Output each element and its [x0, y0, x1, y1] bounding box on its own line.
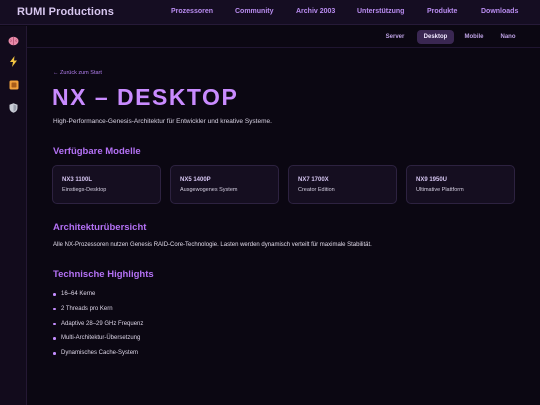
- model-card-nx7[interactable]: NX7 1700X Creator Edition: [288, 165, 397, 204]
- highlights-heading: Technische Highlights: [53, 269, 154, 280]
- model-card-nx3[interactable]: NX3 1100L Einstiegs-Desktop: [52, 165, 161, 204]
- nav-item-produkte[interactable]: Produkte: [427, 8, 457, 15]
- highlight-text: Adaptive 28–29 GHz Frequenz: [61, 320, 144, 327]
- list-item: Adaptive 28–29 GHz Frequenz: [53, 319, 143, 334]
- model-name: NX5 1400P: [180, 177, 211, 183]
- highlight-text: Multi-Architektur-Übersetzung: [61, 335, 141, 342]
- tab-desktop[interactable]: Desktop: [417, 30, 454, 44]
- bullet-icon: [53, 322, 56, 326]
- list-item: Multi-Architektur-Übersetzung: [53, 333, 143, 348]
- model-description: Einstiegs-Desktop: [62, 187, 107, 193]
- nav-item-unterstuetzung[interactable]: Unterstützung: [357, 8, 404, 15]
- model-card-nx9[interactable]: NX9 1950U Ultimative Plattform: [406, 165, 515, 204]
- tab-nano[interactable]: Nano: [494, 30, 522, 44]
- tab-server[interactable]: Server: [381, 30, 409, 44]
- model-description: Creator Edition: [298, 187, 335, 193]
- page-title: NX – DESKTOP: [52, 84, 239, 110]
- model-description: Ausgewogenes System: [180, 187, 238, 193]
- models-heading: Verfügbare Modelle: [53, 146, 141, 157]
- nav-item-community[interactable]: Community: [235, 8, 274, 15]
- highlight-text: 2 Threads pro Kern: [61, 305, 113, 312]
- highlight-text: 16–64 Kerne: [61, 291, 96, 297]
- brain-icon[interactable]: [7, 34, 20, 47]
- page-subtitle: High-Performance-Genesis-Architektur für…: [53, 118, 272, 125]
- model-name: NX9 1950U: [416, 177, 448, 183]
- back-link[interactable]: ← Zurück zum Start: [53, 70, 102, 76]
- model-description: Ultimative Plattform: [416, 187, 464, 193]
- lightning-icon[interactable]: [7, 55, 20, 68]
- highlights-list: 16–64 Kerne 2 Threads pro Kern Adaptive …: [53, 289, 143, 363]
- bullet-icon: [53, 307, 56, 311]
- tab-mobile[interactable]: Mobile: [460, 30, 488, 44]
- bullet-icon: [53, 293, 56, 296]
- highlight-text: Dynamisches Cache-System: [61, 350, 139, 357]
- box-icon[interactable]: [7, 78, 20, 91]
- list-item: 16–64 Kerne: [53, 289, 143, 304]
- list-item: Dynamisches Cache-System: [53, 348, 143, 363]
- nav-item-prozessoren[interactable]: Prozessoren: [171, 8, 213, 15]
- bullet-icon: [53, 352, 56, 355]
- nav-item-archiv[interactable]: Archiv 2003: [296, 8, 335, 15]
- main-nav: Prozessoren Community Archiv 2003 Unters…: [0, 0, 540, 25]
- bullet-icon: [53, 337, 56, 340]
- architecture-text: Alle NX-Prozessoren nutzen Genesis RAID-…: [53, 242, 372, 248]
- model-name: NX3 1100L: [62, 177, 93, 183]
- shield-icon[interactable]: [7, 101, 20, 114]
- sub-navigation: Server Desktop Mobile Nano: [27, 26, 540, 48]
- sidebar: [0, 26, 27, 405]
- top-navigation-bar: RUMI Productions Prozessoren Community A…: [0, 0, 540, 25]
- model-name: NX7 1700X: [298, 177, 329, 183]
- list-item: 2 Threads pro Kern: [53, 304, 143, 319]
- model-card-nx5[interactable]: NX5 1400P Ausgewogenes System: [170, 165, 279, 204]
- nav-item-downloads[interactable]: Downloads: [481, 8, 518, 15]
- architecture-heading: Architekturübersicht: [53, 222, 147, 233]
